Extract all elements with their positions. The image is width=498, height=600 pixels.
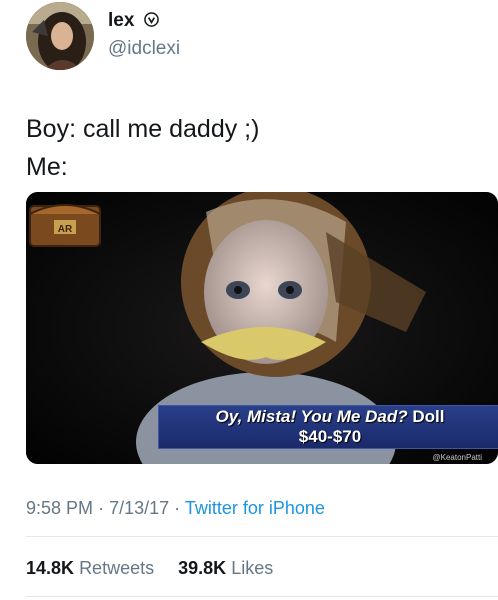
caption-main: Oy, Mista! You Me Dad? — [215, 407, 408, 426]
likes-label: Likes — [231, 558, 274, 578]
likes-count: 39.8K — [178, 558, 227, 578]
divider — [26, 536, 498, 537]
tweet-media-image[interactable]: AR Oy, Mista! You Me Dad? Doll $40-$70 @… — [26, 192, 498, 464]
retweets-label: Retweets — [79, 558, 155, 578]
logo-text: AR — [58, 224, 73, 235]
meta-separator: · — [98, 498, 105, 518]
retweets-count: 14.8K — [26, 558, 75, 578]
likes-stat[interactable]: 39.8K Likes — [178, 558, 273, 578]
tweet-line-2: Me: — [26, 153, 68, 181]
tweet-time[interactable]: 9:58 PM — [26, 498, 93, 518]
display-name-text: lex — [108, 10, 135, 31]
verified-icon — [143, 12, 159, 27]
tweet-stats: 14.8K Retweets 39.8K Likes — [26, 558, 273, 579]
tweet-source[interactable]: Twitter for iPhone — [185, 498, 325, 518]
watermark: @KeatonPatti — [432, 453, 482, 462]
caption-banner: Oy, Mista! You Me Dad? Doll $40-$70 — [158, 405, 498, 449]
antiques-roadshow-logo: AR — [29, 204, 101, 247]
caption-tag: Doll — [412, 407, 445, 426]
caption-line-1: Oy, Mista! You Me Dad? Doll — [159, 407, 498, 427]
divider — [26, 596, 498, 597]
display-name[interactable]: lex — [108, 10, 159, 32]
tweet-text: Boy: call me daddy ;) Me: — [26, 110, 259, 186]
avatar-image — [26, 2, 94, 70]
caption-price: $40-$70 — [298, 427, 362, 446]
avatar[interactable] — [26, 2, 94, 70]
meta-separator: · — [174, 498, 181, 518]
tweet-line-1: Boy: call me daddy ;) — [26, 115, 260, 143]
tweet-meta: 9:58 PM · 7/13/17 · Twitter for iPhone — [26, 498, 325, 519]
tweet-date[interactable]: 7/13/17 — [109, 498, 169, 518]
retweets-stat[interactable]: 14.8K Retweets — [26, 558, 159, 578]
user-handle[interactable]: @idclexi — [108, 38, 180, 60]
